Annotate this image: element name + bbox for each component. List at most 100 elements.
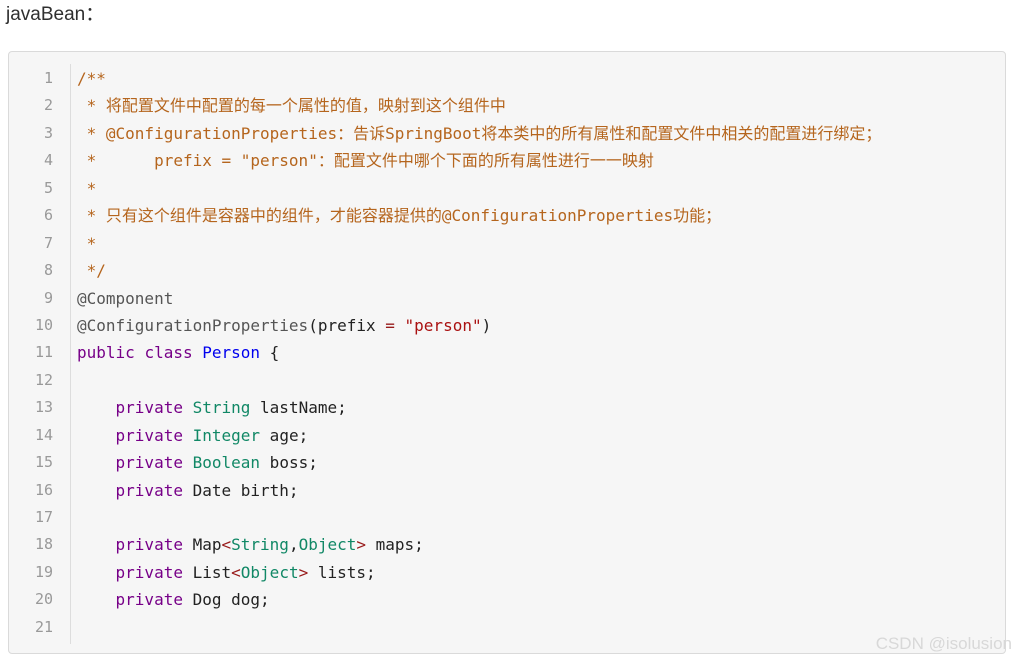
code-token-type: String	[192, 398, 251, 418]
code-lines: 1/** 2 * 将配置文件中配置的每一个属性的值，映射到这个组件中 3 * @Co…	[9, 65, 1005, 641]
code-token-keyword: private	[115, 480, 183, 500]
code-token-plain: (prefix	[308, 315, 386, 335]
code-token-plain: ,	[288, 535, 299, 555]
line-number: 20	[34, 590, 53, 609]
code-token-keyword: private	[115, 590, 183, 610]
code-token-comment: *	[77, 233, 97, 253]
code-text: public class Person {	[77, 339, 279, 366]
code-token-comment: * 只有这个组件是容器中的组件，才能容器提供的@ConfigurationPro…	[77, 206, 722, 226]
code-token-op: <	[221, 535, 232, 555]
code-text: @ConfigurationProperties(prefix = "perso…	[77, 312, 491, 339]
code-token-plain: {	[260, 343, 280, 363]
code-text: * 只有这个组件是容器中的组件，才能容器提供的@ConfigurationPro…	[77, 202, 721, 229]
code-text: private Date birth;	[77, 477, 299, 504]
code-line: 11 public class Person {	[9, 339, 1005, 366]
code-token-plain: List	[182, 562, 232, 582]
line-number: 21	[34, 617, 53, 636]
line-number: 17	[34, 508, 53, 526]
code-token-type: String	[231, 535, 289, 555]
code-token-plain: Date birth;	[182, 480, 299, 500]
code-text: private List<Object> lists;	[77, 559, 376, 586]
code-token-comment: * @ConfigurationProperties：告诉SpringBoot将…	[77, 123, 882, 143]
line-number: 2	[43, 96, 53, 115]
code-text: private String lastName;	[77, 394, 347, 421]
code-token-keyword: class	[144, 343, 193, 363]
code-line: 20 private Dog dog;	[9, 586, 1005, 613]
line-number: 11	[34, 343, 53, 362]
code-text: /**	[77, 65, 106, 92]
code-token-keyword: private	[115, 535, 183, 555]
code-token-annotation: @ConfigurationProperties	[77, 315, 309, 335]
code-token-op: <	[231, 562, 241, 582]
watermark: CSDN @isolusion	[875, 634, 1012, 653]
code-text: *	[77, 230, 97, 257]
code-line: 17	[9, 504, 1005, 531]
code-token-keyword: private	[115, 562, 183, 582]
code-token-op: >	[356, 535, 367, 555]
code-text: @Component	[77, 285, 173, 312]
code-line: 13 private String lastName;	[9, 394, 1005, 421]
code-token-class-name: Person	[202, 343, 261, 363]
code-line: 1 /**	[9, 65, 1005, 92]
line-number: 16	[34, 480, 53, 499]
line-number: 10	[34, 315, 53, 334]
code-token-comment: /**	[77, 69, 106, 88]
line-number: 19	[34, 562, 53, 581]
code-token-annotation: @Component	[77, 288, 174, 308]
line-number: 4	[43, 151, 53, 170]
code-line: 9 @Component	[9, 285, 1005, 312]
line-number: 3	[43, 123, 53, 142]
code-line: 15 private Boolean boss;	[9, 449, 1005, 476]
code-text: */	[77, 257, 106, 284]
code-token-plain: lastName;	[250, 398, 347, 418]
intro-text: javaBean：	[6, 4, 105, 25]
code-token-keyword: private	[115, 453, 183, 473]
code-text: * @ConfigurationProperties：告诉SpringBoot将…	[77, 120, 882, 147]
code-token-plain: boss;	[260, 453, 318, 473]
code-token-type: Object	[240, 562, 299, 582]
code-token-plain: Map	[182, 535, 222, 555]
line-number: 6	[43, 206, 53, 225]
code-text: private Integer age;	[77, 422, 309, 449]
code-token-type: Object	[298, 535, 357, 555]
code-token-plain: lists;	[308, 562, 376, 582]
code-text: private Dog dog;	[77, 586, 270, 613]
code-token-plain: )	[481, 315, 492, 335]
code-line: 2 * 将配置文件中配置的每一个属性的值，映射到这个组件中	[9, 92, 1005, 119]
code-token-op: =	[385, 315, 395, 335]
code-token-keyword: private	[115, 398, 183, 418]
code-line: 21	[9, 614, 1005, 641]
code-token-op: >	[298, 562, 309, 582]
code-line: 14 private Integer age;	[9, 422, 1005, 449]
code-line: 10 @ConfigurationProperties(prefix = "per…	[9, 312, 1005, 339]
code-token-plain: age;	[260, 425, 309, 445]
line-number: 9	[43, 288, 53, 307]
code-line: 3 * @ConfigurationProperties：告诉SpringBoo…	[9, 120, 1005, 147]
code-line: 6 * 只有这个组件是容器中的组件，才能容器提供的@ConfigurationP…	[9, 202, 1005, 229]
code-line: 7 *	[9, 230, 1005, 257]
code-text: private Boolean boss;	[77, 449, 318, 476]
code-line: 5 *	[9, 175, 1005, 202]
code-text: private Map<String,Object> maps;	[77, 531, 424, 558]
code-token-string: "person"	[404, 315, 482, 335]
code-token-type: Integer	[192, 425, 261, 445]
code-text: * prefix = "person"：配置文件中哪个下面的所有属性进行一一映射	[77, 147, 654, 174]
code-line: 16 private Date birth;	[9, 477, 1005, 504]
code-line: 19 private List<Object> lists;	[9, 559, 1005, 586]
code-token-keyword: public	[77, 343, 135, 363]
code-token-keyword: private	[115, 425, 183, 445]
code-token-comment: *	[77, 178, 97, 198]
code-text: *	[77, 175, 97, 202]
